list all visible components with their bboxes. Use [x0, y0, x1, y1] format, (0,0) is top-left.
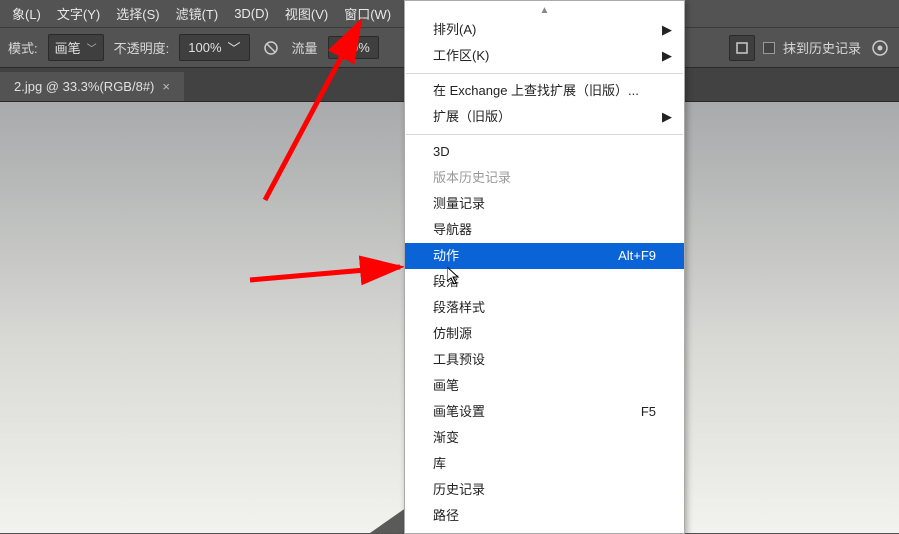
flow-value[interactable]: 100% [328, 36, 379, 59]
chevron-down-icon: ﹀ [228, 38, 241, 57]
menu-item-clone-source[interactable]: 仿制源 [405, 321, 684, 347]
tab-title: 2.jpg @ 33.3%(RGB/8#) [14, 79, 154, 94]
flow-label: 流量 [292, 38, 318, 57]
menu-select[interactable]: 选择(S) [108, 0, 167, 27]
shortcut-label: Alt+F9 [618, 247, 656, 265]
menu-item-paths[interactable]: 路径 [405, 503, 684, 529]
pressure-size-icon[interactable] [869, 37, 891, 59]
menu-view[interactable]: 视图(V) [277, 0, 336, 27]
menu-item-gradients[interactable]: 渐变 [405, 425, 684, 451]
menu-item-tool-presets[interactable]: 工具预设 [405, 347, 684, 373]
scroll-up-icon[interactable]: ▲ [405, 5, 684, 17]
menu-item-history[interactable]: 历史记录 [405, 477, 684, 503]
menu-filter[interactable]: 滤镜(T) [168, 0, 227, 27]
opacity-label: 不透明度: [114, 38, 170, 57]
menu-item-brush-settings[interactable]: 画笔设置 F5 [405, 399, 684, 425]
menu-3d[interactable]: 3D(D) [226, 2, 277, 25]
menu-separator [406, 134, 683, 135]
window-menu-dropdown: ▲ 排列(A) ▶ 工作区(K) ▶ 在 Exchange 上查找扩展（旧版）.… [404, 0, 685, 534]
submenu-arrow-icon: ▶ [662, 21, 672, 39]
menu-type[interactable]: 文字(Y) [49, 0, 108, 27]
menu-item-arrange[interactable]: 排列(A) ▶ [405, 17, 684, 43]
menu-item-measurement[interactable]: 测量记录 [405, 191, 684, 217]
shortcut-label: F5 [641, 403, 656, 421]
airbrush-icon[interactable] [729, 35, 755, 61]
chevron-down-icon: ﹀ [87, 40, 97, 55]
pressure-opacity-icon[interactable] [260, 37, 282, 59]
document-tab[interactable]: 2.jpg @ 33.3%(RGB/8#) × [0, 72, 184, 101]
submenu-arrow-icon: ▶ [662, 47, 672, 65]
menu-item-workspace[interactable]: 工作区(K) ▶ [405, 43, 684, 69]
brush-mode-value: 画笔 [55, 38, 81, 57]
menu-item-libraries[interactable]: 库 [405, 451, 684, 477]
menu-item-3d[interactable]: 3D [405, 139, 684, 165]
menu-item-paragraph-styles[interactable]: 段落样式 [405, 295, 684, 321]
menu-window[interactable]: 窗口(W) [336, 0, 399, 27]
menu-item-brushes[interactable]: 画笔 [405, 373, 684, 399]
mode-label: 模式: [8, 38, 38, 57]
submenu-arrow-icon: ▶ [662, 108, 672, 126]
menu-item-extension[interactable]: 扩展（旧版） ▶ [405, 104, 684, 130]
menu-item-actions[interactable]: 动作 Alt+F9 [405, 243, 684, 269]
close-icon[interactable]: × [162, 79, 170, 94]
menu-separator [406, 73, 683, 74]
brush-mode-combo[interactable]: 画笔 ﹀ [48, 34, 104, 61]
history-checkbox[interactable] [763, 42, 775, 54]
opacity-value[interactable]: 100% ﹀ [179, 34, 249, 61]
menu-item-exchange[interactable]: 在 Exchange 上查找扩展（旧版）... [405, 78, 684, 104]
menu-item-paragraph[interactable]: 段落 [405, 269, 684, 295]
menu-item-version-history: 版本历史记录 [405, 165, 684, 191]
history-label: 抹到历史记录 [783, 38, 861, 57]
menu-item-navigator[interactable]: 导航器 [405, 217, 684, 243]
menu-image[interactable]: 象(L) [4, 0, 49, 27]
